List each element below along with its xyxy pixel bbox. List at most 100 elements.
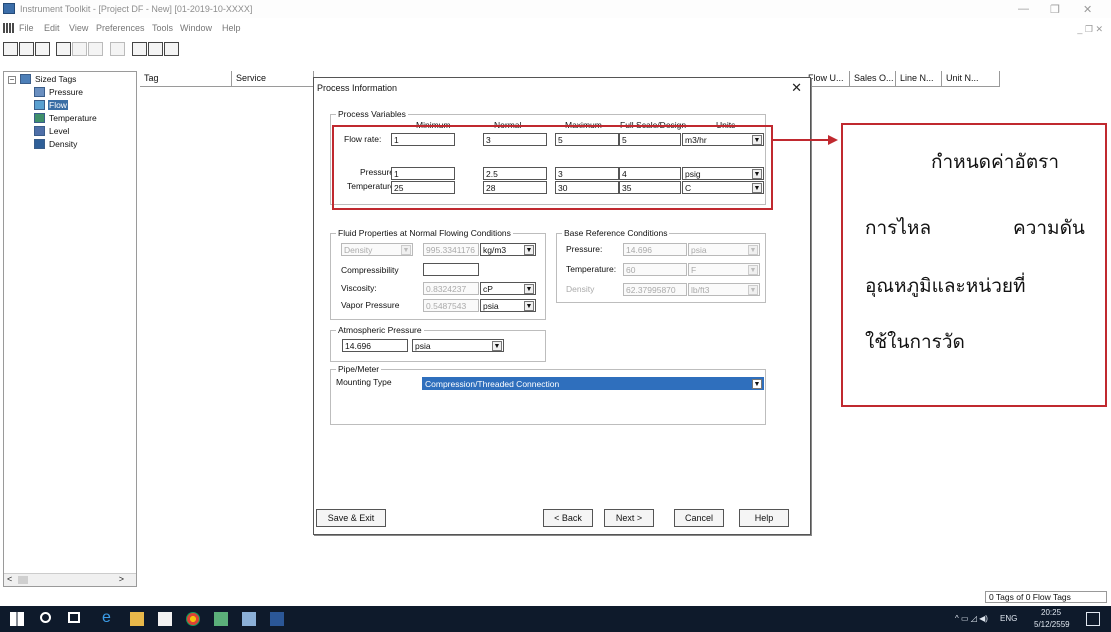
menu-edit[interactable]: Edit [44,23,60,33]
clock-time[interactable]: 20:25 [1041,608,1061,617]
atmospheric-unit-value: psia [415,341,431,351]
base-pressure-units-select[interactable]: psia ▼ [688,243,760,256]
document-icon [3,23,14,33]
menu-view[interactable]: View [69,23,88,33]
restore-button[interactable]: ❐ [1050,3,1060,16]
chevron-down-icon[interactable]: ▼ [524,301,534,311]
sheet-icon[interactable] [56,42,71,56]
density-input[interactable]: 995.3341176 [423,243,479,256]
tree-item-flow[interactable]: Flow [34,100,68,113]
copy-icon[interactable] [110,42,125,56]
print-icon[interactable] [35,42,50,56]
atmospheric-pressure-input[interactable]: 14.696 [342,339,408,352]
tray-icons[interactable]: ^ ▭ ◿ ◀) [955,614,988,623]
density-units-select[interactable]: kg/m3 ▼ [480,243,536,256]
add-tag-icon[interactable] [132,42,147,56]
menu-tools[interactable]: Tools [152,23,173,33]
chrome-icon[interactable] [186,612,200,626]
column-header-line-number[interactable]: Line N... [896,71,942,87]
scroll-left-arrow[interactable]: < [7,574,12,584]
app-icon [3,3,15,14]
menu-help[interactable]: Help [222,23,241,33]
chevron-down-icon[interactable]: ▼ [492,341,502,351]
base-density-input[interactable]: 62.37995870 [623,283,687,296]
app-icon-green[interactable] [214,612,228,626]
base-pressure-input[interactable]: 14.696 [623,243,687,256]
mounting-type-select[interactable]: Compression/Threaded Connection ▼ [422,377,764,390]
windows-taskbar: e ^ ▭ ◿ ◀) ENG 20:25 5/12/2559 [0,606,1111,632]
close-icon[interactable]: ✕ [791,80,802,96]
annotation-line-1: กำหนดค่าอัตรา [931,151,1060,173]
vapor-pressure-label: Vapor Pressure [341,300,400,310]
minimize-button[interactable]: — [1018,3,1029,15]
chevron-down-icon[interactable]: ▼ [752,379,762,389]
menu-bar: File Edit View Preferences Tools Window … [0,20,1111,36]
vapor-pressure-input[interactable]: 0.5487543 [423,299,479,312]
chevron-down-icon[interactable]: ▼ [524,245,534,255]
scroll-right-arrow[interactable]: > [119,574,124,584]
menu-window[interactable]: Window [180,23,212,33]
viscosity-input[interactable]: 0.8324237 [423,282,479,295]
mdi-controls[interactable]: _ ❐ ✕ [1077,24,1103,35]
temperature-icon [34,113,45,123]
base-temperature-input[interactable]: 60 [623,263,687,276]
column-header-unit-number[interactable]: Unit N... [942,71,1000,87]
tree-horizontal-scrollbar[interactable]: < > [4,573,136,586]
help-button[interactable]: Help [739,509,789,527]
base-temperature-units-select[interactable]: F ▼ [688,263,760,276]
chevron-down-icon[interactable]: ▼ [748,285,758,295]
save-icon[interactable] [72,42,87,56]
chevron-down-icon[interactable]: ▼ [748,245,758,255]
viscosity-units-select[interactable]: cP ▼ [480,282,536,295]
base-reference-title: Base Reference Conditions [562,228,670,238]
task-view-icon[interactable] [68,612,80,623]
language-indicator[interactable]: ENG [1000,614,1017,623]
save-exit-button[interactable]: Save & Exit [316,509,386,527]
next-button[interactable]: Next > [604,509,654,527]
search-icon[interactable] [40,612,51,623]
scroll-thumb[interactable] [18,576,28,584]
atmospheric-pressure-units-select[interactable]: psia ▼ [412,339,504,352]
notification-icon[interactable] [1086,612,1100,626]
vapor-pressure-units-select[interactable]: psia ▼ [480,299,536,312]
tree-item-level[interactable]: Level [34,126,69,139]
tree-item-density[interactable]: Density [34,139,77,152]
open-icon[interactable] [19,42,34,56]
edit-tag-icon[interactable] [148,42,163,56]
column-header-tag[interactable]: Tag [140,71,232,87]
window-title: Instrument Toolkit - [Project DF - New] … [20,4,253,14]
menu-file[interactable]: File [19,23,34,33]
tree-item-temperature[interactable]: Temperature [34,113,97,126]
collapse-icon[interactable]: − [8,76,16,84]
store-icon[interactable] [158,612,172,626]
chevron-down-icon[interactable]: ▼ [524,284,534,294]
column-header-sales-order[interactable]: Sales O... [850,71,896,87]
report-icon[interactable] [164,42,179,56]
viscosity-label: Viscosity: [341,283,377,293]
cut-icon[interactable] [88,42,103,56]
windows-start-icon[interactable] [10,612,24,626]
compressibility-input[interactable] [423,263,479,276]
column-header-service[interactable]: Service [232,71,314,87]
close-window-button[interactable]: ✕ [1083,3,1092,16]
chevron-down-icon[interactable]: ▼ [401,245,411,255]
back-button[interactable]: < Back [543,509,593,527]
word-icon[interactable] [270,612,284,626]
base-temperature-label: Temperature: [566,264,617,274]
cancel-button[interactable]: Cancel [674,509,724,527]
level-icon [34,126,45,136]
density-type-select[interactable]: Density ▼ [341,243,413,256]
density-unit-value: kg/m3 [483,245,507,255]
tree-root-sized-tags[interactable]: Sized Tags [20,74,76,87]
chevron-down-icon[interactable]: ▼ [748,265,758,275]
instrument-toolkit-icon[interactable] [242,612,256,626]
status-bar: 0 Tags of 0 Flow Tags [985,591,1107,603]
menu-preferences[interactable]: Preferences [96,23,145,33]
tree-item-pressure[interactable]: Pressure [34,87,83,100]
new-icon[interactable] [3,42,18,56]
clock-date[interactable]: 5/12/2559 [1034,620,1070,629]
base-density-units-select[interactable]: lb/ft3 ▼ [688,283,760,296]
edge-browser-icon[interactable]: e [102,609,116,626]
compressibility-label: Compressibility [341,265,399,275]
file-explorer-icon[interactable] [130,612,144,626]
